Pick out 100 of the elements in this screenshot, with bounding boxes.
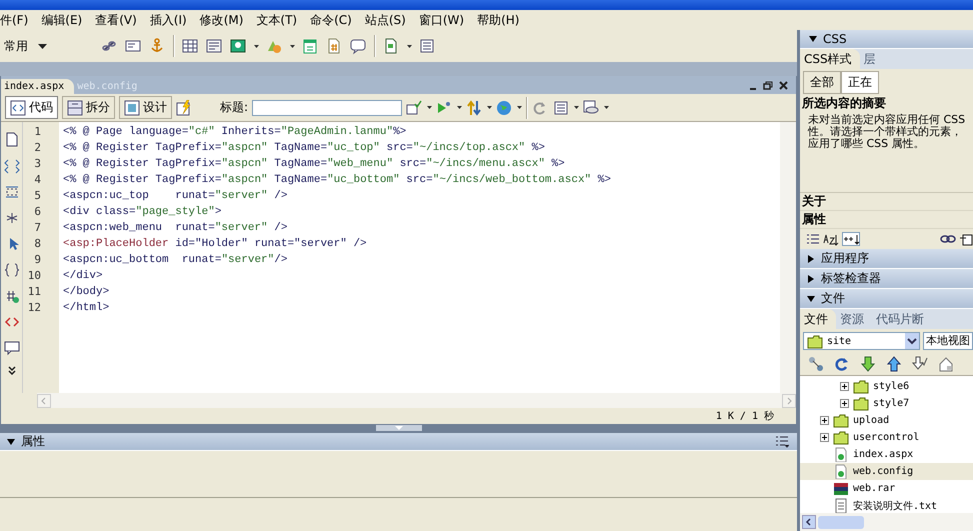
- view-button[interactable]: 拆分: [62, 96, 115, 119]
- horizontal-scrollbar[interactable]: [800, 513, 973, 531]
- menu-item[interactable]: 站点(S): [358, 12, 413, 28]
- panel-title: 文件: [821, 290, 845, 307]
- file-tree-item[interactable]: web.config: [800, 463, 973, 480]
- panel-tab[interactable]: 代码片断: [872, 309, 932, 329]
- panel-tab[interactable]: 文件: [800, 309, 836, 329]
- envelope-icon[interactable]: [125, 38, 142, 54]
- category-dropdown[interactable]: 常用: [4, 38, 94, 54]
- layout-icon[interactable]: [206, 38, 223, 54]
- dropdown-arrow-icon[interactable]: [604, 106, 610, 109]
- dropdown-arrow-icon[interactable]: [487, 106, 492, 109]
- panel-header[interactable]: CSS: [800, 30, 973, 49]
- up-arrow-icon[interactable]: [886, 356, 902, 372]
- menu-item[interactable]: 编辑(E): [35, 12, 90, 28]
- scrollbar-thumb[interactable]: [818, 516, 864, 528]
- panel-header[interactable]: 标签检查器: [800, 269, 973, 289]
- code-line: <aspcn:web_menu runat="server" />: [63, 221, 288, 236]
- dropdown-arrow-icon[interactable]: [457, 106, 462, 109]
- expand-plus-icon[interactable]: [840, 382, 849, 391]
- panel-title: 应用程序: [821, 250, 869, 267]
- menu-item[interactable]: 修改(M): [194, 12, 250, 28]
- triangle-icon[interactable]: [6, 436, 16, 446]
- speech-bubble-icon[interactable]: [350, 38, 367, 54]
- image-icon[interactable]: [230, 38, 247, 54]
- dropdown-arrow-icon[interactable]: [407, 44, 412, 48]
- close-icon[interactable]: [779, 80, 788, 90]
- panel-tab[interactable]: 资源: [836, 309, 872, 329]
- code-line: <% @ Register TagPrefix="aspcn" TagName="uc_bottom" src="~/incs/web_bottom.ascx" %>: [63, 173, 612, 188]
- dropdown-arrow-icon[interactable]: [254, 44, 259, 48]
- restore-icon[interactable]: [763, 80, 773, 90]
- menu-item[interactable]: 命令(C): [304, 12, 359, 28]
- validate-icon[interactable]: [406, 100, 424, 116]
- dropdown-arrow-icon[interactable]: [290, 44, 295, 48]
- document-icon[interactable]: [4, 132, 20, 148]
- dropdown-arrow-icon[interactable]: [38, 44, 47, 48]
- code-line: <% @ Register TagPrefix="aspcn" TagName="web_menu" src="~/incs/menu.ascx" %>: [63, 157, 566, 172]
- table-icon[interactable]: [182, 38, 199, 54]
- folder-icon: [833, 430, 849, 445]
- dropdown-arrow-icon[interactable]: [427, 106, 432, 109]
- new-property-icon[interactable]: [959, 232, 973, 246]
- title-field[interactable]: [252, 100, 402, 116]
- section-heading: 所选内容的摘要: [801, 95, 887, 111]
- options-menu-icon[interactable]: [775, 435, 789, 448]
- view-button[interactable]: 代码: [5, 96, 58, 119]
- menu-item[interactable]: 窗口(W): [412, 12, 472, 28]
- file-tree-item[interactable]: 安装说明文件.txt: [800, 497, 973, 513]
- file-tree-item[interactable]: usercontrol: [800, 429, 973, 446]
- expand-plus-icon[interactable]: [820, 433, 829, 442]
- list-icon[interactable]: [553, 100, 570, 116]
- refresh-icon[interactable]: [834, 356, 850, 372]
- down-arrow-icon[interactable]: [860, 356, 876, 372]
- splitter-handle[interactable]: [376, 425, 422, 431]
- menu-item[interactable]: 件(F): [0, 12, 36, 28]
- panel-header[interactable]: 属性: [0, 433, 797, 450]
- document-tab[interactable]: index.aspx: [1, 79, 74, 94]
- triangle-icon[interactable]: [806, 274, 816, 284]
- site-dropdown[interactable]: site: [803, 332, 920, 350]
- expand-plus-icon[interactable]: [840, 399, 849, 408]
- menu-item[interactable]: 插入(I): [144, 12, 194, 28]
- panel-tab[interactable]: 层: [860, 49, 884, 69]
- file-tree-item[interactable]: upload: [800, 412, 973, 429]
- menu-item[interactable]: 帮助(H): [471, 12, 526, 28]
- scroll-left-icon[interactable]: [802, 515, 816, 529]
- view-dropdown[interactable]: 本地视图: [923, 332, 973, 350]
- file-tree-item[interactable]: style7: [800, 395, 973, 412]
- dropdown-arrow-icon[interactable]: [517, 106, 522, 109]
- triangle-icon[interactable]: [806, 254, 816, 264]
- list-icon[interactable]: [419, 38, 436, 54]
- braces-icon[interactable]: [4, 262, 20, 278]
- calendar-icon[interactable]: [302, 38, 319, 54]
- code-editor[interactable]: [59, 122, 780, 393]
- select-block-icon[interactable]: [4, 184, 20, 200]
- category-view-icon[interactable]: [806, 232, 820, 246]
- eye-icon[interactable]: [583, 100, 600, 116]
- file-tree-item[interactable]: style6: [800, 378, 973, 395]
- panel-tab[interactable]: CSS样式: [800, 49, 860, 69]
- menu-item[interactable]: 查看(V): [89, 12, 144, 28]
- double-chevron-icon[interactable]: [8, 366, 16, 375]
- triangle-icon[interactable]: [808, 34, 818, 44]
- dropdown-arrow-icon[interactable]: [574, 106, 580, 109]
- mode-button[interactable]: 正在: [841, 70, 879, 94]
- comment-icon[interactable]: [4, 340, 20, 356]
- mode-button[interactable]: 全部: [803, 70, 841, 94]
- panel-header[interactable]: 应用程序: [800, 249, 973, 269]
- file-tree-item[interactable]: web.rar: [800, 480, 973, 497]
- vertical-scrollbar[interactable]: [780, 122, 796, 393]
- triangle-icon[interactable]: [806, 294, 816, 304]
- check-out-icon[interactable]: [912, 356, 928, 372]
- menu-item[interactable]: 文本(T): [250, 12, 304, 28]
- set-properties-icon[interactable]: [842, 232, 860, 246]
- sort-az-icon[interactable]: [823, 232, 839, 246]
- connect-icon[interactable]: [808, 356, 824, 372]
- panel-header[interactable]: 文件: [800, 289, 973, 309]
- file-tree-item[interactable]: index.aspx: [800, 446, 973, 463]
- view-button[interactable]: 设计: [119, 96, 172, 119]
- up-down-arrows-icon[interactable]: [466, 100, 484, 116]
- expand-icon[interactable]: [4, 158, 20, 174]
- code-line: <% @ Register TagPrefix="aspcn" TagName="uc_top" src="~/incs/top.ascx" %>: [63, 141, 546, 156]
- expand-plus-icon[interactable]: [820, 416, 829, 425]
